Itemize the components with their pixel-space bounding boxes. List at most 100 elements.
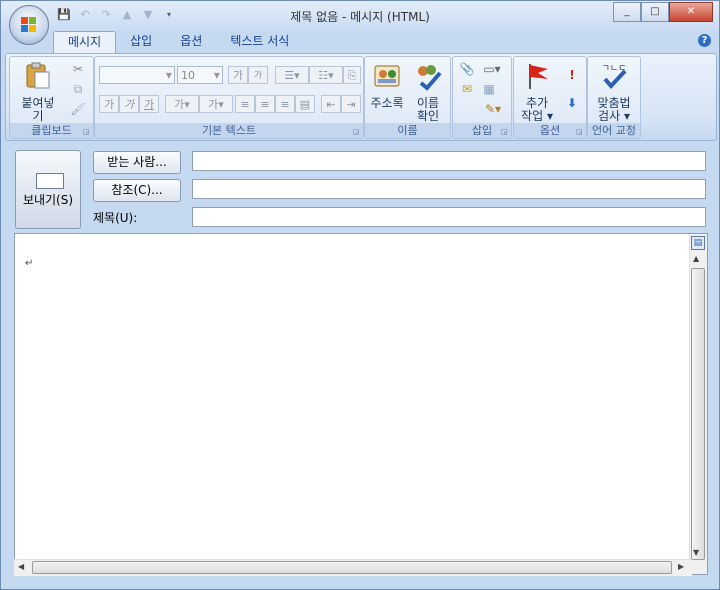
window-controls: _ □ ✕ [613, 2, 713, 22]
paste-button[interactable]: 붙여넣기 ▾ [16, 61, 60, 132]
bold-button[interactable]: 가 [99, 95, 119, 113]
names-group-label: 이름 [365, 123, 450, 138]
address-book-icon [374, 65, 400, 87]
align-center-icon[interactable]: ≡ [255, 95, 275, 113]
horizontal-scrollbar[interactable]: ◀ ▶ [14, 559, 692, 576]
send-envelope-icon [36, 173, 64, 189]
horizontal-scroll-thumb[interactable] [32, 561, 672, 574]
address-book-button[interactable]: 주소록 [367, 61, 407, 110]
redo-icon[interactable]: ↷ [97, 7, 115, 23]
font-size-combo[interactable]: 10 ▼ [177, 66, 223, 84]
font-name-combo[interactable]: ▼ [99, 66, 175, 84]
attach-file-icon[interactable]: 📎 [459, 61, 475, 77]
grow-font-button[interactable]: 가 [228, 66, 248, 84]
ribbon-tabs: 메시지 삽입 옵션 텍스트 서식 [53, 31, 303, 53]
check-names-label-2: 확인 [416, 109, 440, 123]
group-options: 추가 작업 ▾ ! ⬇ 옵션 ◲ [513, 56, 587, 139]
insert-launcher-icon[interactable]: ◲ [501, 128, 509, 136]
font-color-label: 가 [208, 98, 219, 111]
follow-up-label-2-text: 작업 [521, 109, 544, 123]
subject-field[interactable] [192, 207, 706, 227]
basic-text-launcher-icon[interactable]: ◲ [353, 128, 361, 136]
message-body[interactable]: ↵ ▤ ▲ ▼ [14, 233, 708, 575]
vertical-scrollbar[interactable]: ▤ ▲ ▼ [689, 234, 707, 574]
format-painter-icon[interactable]: 🖌 [70, 101, 86, 117]
italic-button[interactable]: 가 [119, 95, 139, 113]
basic-text-group-label: 기본 텍스트 [95, 123, 363, 138]
flag-icon [529, 64, 548, 89]
spell-check-icon: ㄱㄴㄷ [602, 64, 627, 89]
undo-icon[interactable]: ↶ [76, 7, 94, 23]
clear-formatting-icon[interactable]: ⎘ [343, 66, 361, 84]
ribbon: 붙여넣기 ▾ ✂ ⧉ 🖌 클립보드 ◲ ▼ 10▼ 가 가 ☰▾ ☷▾ ⎘ 가 … [5, 53, 717, 141]
paragraph-mark: ↵ [25, 258, 34, 269]
underline-button[interactable]: 가 [139, 95, 159, 113]
shrink-font-button[interactable]: 가 [248, 66, 268, 84]
paste-icon [26, 62, 50, 89]
spelling-label-2: 검사 ▾ [598, 109, 630, 123]
next-item-icon[interactable]: ▼ [139, 7, 157, 23]
align-right-icon[interactable]: ≡ [275, 95, 295, 113]
align-left-icon[interactable]: ≡ [235, 95, 255, 113]
previous-item-icon[interactable]: ▲ [118, 7, 136, 23]
close-button[interactable]: ✕ [669, 2, 713, 22]
scroll-right-icon[interactable]: ▶ [678, 562, 684, 571]
scroll-left-icon[interactable]: ◀ [18, 562, 24, 571]
office-logo-icon [21, 17, 37, 33]
maximize-button[interactable]: □ [641, 2, 669, 22]
tab-insert[interactable]: 삽입 [116, 31, 166, 52]
group-basic-text: ▼ 10 ▼ 가 가 ☰▾ ☷▾ ⎘ 가 가 가 가▾ 가▾ ≡ ≡ ≡ ▤ ⇤ … [94, 56, 364, 139]
highlight-button[interactable]: 가▾ [165, 95, 199, 113]
options-launcher-icon[interactable]: ◲ [576, 128, 584, 136]
check-names-icon [418, 65, 442, 91]
outlook-message-window: 제목 없음 - 메시지 (HTML) 💾 ↶ ↷ ▲ ▼ ▾ _ □ ✕ 메시지… [0, 0, 720, 590]
subject-label: 제목(U): [93, 211, 138, 225]
group-clipboard: 붙여넣기 ▾ ✂ ⧉ 🖌 클립보드 ◲ [9, 56, 94, 139]
group-proofing: ㄱㄴㄷ 맞춤법 검사 ▾ 언어 교정 [587, 56, 641, 139]
follow-up-button[interactable]: 추가 작업 ▾ [516, 61, 558, 123]
help-icon[interactable]: ? [698, 34, 711, 47]
calendar-icon[interactable]: ▦ [481, 81, 497, 97]
increase-indent-icon[interactable]: ⇥ [341, 95, 361, 113]
minimize-button[interactable]: _ [613, 2, 641, 22]
tab-format-text[interactable]: 텍스트 서식 [216, 31, 303, 52]
business-card-icon[interactable]: ▭▾ [479, 61, 505, 77]
cc-field[interactable] [192, 179, 706, 199]
spelling-label-2-text: 검사 [598, 109, 621, 123]
ruler-toggle-icon[interactable]: ▤ [691, 236, 705, 250]
quick-access-toolbar: 💾 ↶ ↷ ▲ ▼ ▾ [55, 7, 178, 25]
check-names-button[interactable]: 이름 확인 [409, 61, 447, 123]
font-color-button[interactable]: 가▾ [199, 95, 233, 113]
bullets-icon[interactable]: ☰▾ [275, 66, 309, 84]
vertical-scroll-thumb[interactable] [691, 268, 705, 560]
follow-up-label-2: 작업 ▾ [521, 109, 553, 123]
signature-icon[interactable]: ✎▾ [481, 101, 505, 117]
scroll-down-icon[interactable]: ▼ [693, 548, 699, 557]
customize-toolbar-icon[interactable]: ▾ [160, 7, 178, 23]
clipboard-group-label: 클립보드 [10, 123, 93, 138]
paste-label: 붙여넣기 [21, 96, 55, 123]
save-icon[interactable]: 💾 [55, 7, 73, 23]
send-button[interactable]: 보내기(S) [15, 150, 81, 229]
cut-icon[interactable]: ✂ [70, 61, 86, 77]
decrease-indent-icon[interactable]: ⇤ [321, 95, 341, 113]
low-importance-icon[interactable]: ⬇ [564, 95, 580, 111]
spelling-button[interactable]: ㄱㄴㄷ 맞춤법 검사 ▾ [590, 61, 638, 123]
clipboard-launcher-icon[interactable]: ◲ [83, 128, 91, 136]
attach-item-icon[interactable]: ✉ [459, 81, 475, 97]
to-button[interactable]: 받는 사람... [93, 151, 181, 174]
tab-options[interactable]: 옵션 [166, 31, 216, 52]
highlight-label: 가 [174, 98, 185, 111]
justify-icon[interactable]: ▤ [295, 95, 315, 113]
cc-button[interactable]: 참조(C)... [93, 179, 181, 202]
scroll-up-icon[interactable]: ▲ [693, 254, 699, 263]
tab-message[interactable]: 메시지 [53, 31, 117, 53]
group-insert: 📎 ▭▾ ✉ ▦ ✎▾ 삽입 ◲ [452, 56, 512, 139]
high-importance-icon[interactable]: ! [564, 67, 580, 83]
send-label: 보내기(S) [22, 193, 74, 207]
office-button[interactable] [9, 5, 49, 45]
font-size-value: 10 [181, 69, 195, 82]
copy-icon[interactable]: ⧉ [70, 81, 86, 97]
numbering-icon[interactable]: ☷▾ [309, 66, 343, 84]
to-field[interactable] [192, 151, 706, 171]
